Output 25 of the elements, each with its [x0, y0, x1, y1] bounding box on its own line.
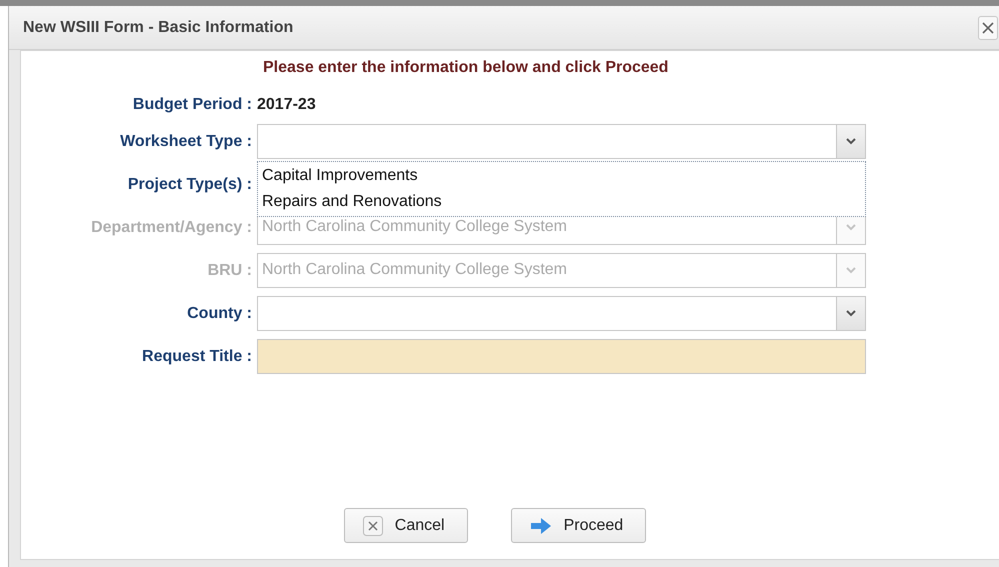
window-title: New WSIII Form - Basic Information — [23, 18, 294, 36]
chevron-down-icon — [846, 267, 856, 274]
budget-period-value: 2017-23 — [257, 96, 316, 114]
cancel-button[interactable]: Cancel — [344, 508, 468, 543]
close-button[interactable] — [978, 16, 998, 40]
field-label: BRU : — [206, 262, 253, 280]
text-field[interactable] — [257, 339, 866, 374]
close-icon — [981, 20, 995, 34]
field-label: Project Type(s) : — [126, 176, 253, 194]
dropdown-option[interactable]: Capital Improvements — [258, 163, 865, 189]
arrow-right-icon — [530, 518, 552, 534]
field-label: County : — [186, 304, 253, 322]
chevron-down-icon — [846, 310, 856, 317]
close-icon — [362, 516, 383, 536]
field-label: Department/Agency : — [90, 218, 253, 236]
dropdown-field[interactable] — [257, 296, 866, 331]
field-label: Worksheet Type : — [119, 132, 253, 150]
chevron-down-icon — [846, 224, 856, 231]
field-label: Request Title : — [141, 348, 253, 366]
instruction-text: Please enter the information below and click Proceed — [263, 59, 668, 76]
proceed-button[interactable]: Proceed — [510, 508, 646, 543]
dropdown-field: North Carolina Community College System — [257, 253, 866, 288]
dropdown-field[interactable] — [257, 124, 866, 159]
field-label: Budget Period : — [132, 96, 253, 114]
chevron-down-icon — [846, 138, 856, 145]
